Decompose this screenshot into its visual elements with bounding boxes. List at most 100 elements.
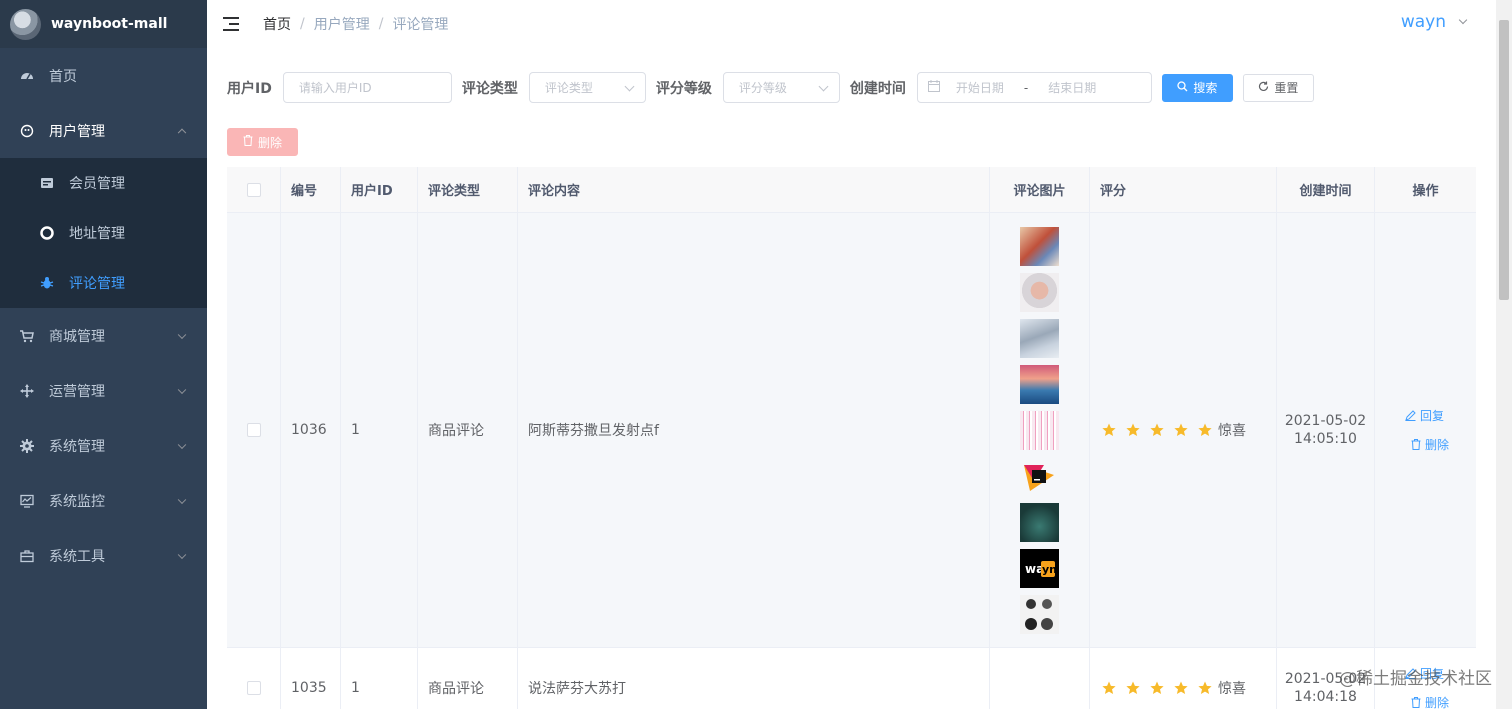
star-icon — [1198, 423, 1212, 436]
select-all-checkbox[interactable] — [246, 182, 261, 197]
chevron-down-icon — [177, 440, 187, 449]
rating-text: 惊喜 — [1218, 423, 1246, 439]
chevron-down-icon — [177, 330, 187, 339]
delete-button[interactable]: 删除 — [1411, 436, 1449, 453]
header-created: 创建时间 — [1277, 167, 1375, 212]
star-icon — [1174, 423, 1188, 436]
chevron-down-icon — [818, 81, 829, 92]
sidebar-item-comment[interactable]: 评论管理 — [0, 258, 207, 308]
user-id-input[interactable]: 请输入用户ID — [282, 72, 452, 103]
operation-icon — [20, 383, 34, 398]
table-row: 1036 1 商品评论 阿斯蒂芬撒旦发射点f wa yn 惊喜 2021-05-… — [227, 213, 1476, 648]
member-icon — [40, 176, 54, 190]
sidebar-item-label: 运营管理 — [49, 383, 105, 400]
row-checkbox[interactable] — [246, 423, 261, 437]
chevron-down-icon — [177, 495, 187, 504]
chevron-down-icon — [177, 385, 187, 394]
sidebar-item-tools[interactable]: 系统工具 — [0, 528, 207, 583]
sidebar-item-operation[interactable]: 运营管理 — [0, 363, 207, 418]
comment-image[interactable] — [1020, 594, 1059, 634]
page-scrollbar[interactable] — [1496, 0, 1512, 709]
star-icon — [1126, 681, 1140, 694]
user-menu[interactable]: wayn — [1400, 12, 1468, 32]
sidebar-item-system[interactable]: 系统管理 — [0, 418, 207, 473]
sidebar-item-label: 系统工具 — [49, 548, 105, 565]
sidebar: waynboot-mall 首页 用户管理 会员管理 地址管理 评论管理 商城管… — [0, 0, 207, 709]
row-checkbox[interactable] — [246, 680, 261, 695]
sidebar-item-monitor[interactable]: 系统监控 — [0, 473, 207, 528]
delete-button[interactable]: 删除 — [1411, 694, 1449, 709]
comment-image[interactable] — [1020, 502, 1059, 542]
toolbox-icon — [20, 549, 34, 563]
rating-select[interactable]: 评分等级 — [722, 72, 840, 103]
star-icon — [1150, 423, 1164, 436]
sidebar-brand[interactable]: waynboot-mall — [0, 0, 207, 48]
star-icon — [1198, 681, 1212, 694]
reply-button[interactable]: 回复 — [1405, 407, 1449, 424]
sidebar-item-home[interactable]: 首页 — [0, 48, 207, 103]
reset-button[interactable]: 重置 — [1242, 73, 1314, 102]
sidebar-item-label: 商城管理 — [49, 328, 105, 345]
comment-image[interactable] — [1020, 364, 1059, 404]
comment-image[interactable] — [1020, 226, 1059, 266]
comment-image[interactable]: wa yn — [1020, 548, 1059, 588]
header-type: 评论类型 — [418, 167, 518, 212]
star-icon — [1174, 681, 1188, 694]
cell-created: 2021-05-02 14:05:10 — [1277, 213, 1375, 647]
sidebar-item-label: 系统管理 — [49, 438, 105, 455]
header-user-id: 用户ID — [341, 167, 418, 212]
header-id: 编号 — [281, 167, 341, 212]
username: wayn — [1400, 12, 1446, 32]
sidebar-item-label: 评论管理 — [69, 276, 125, 292]
cell-images — [990, 648, 1090, 709]
breadcrumb-user-management[interactable]: 用户管理 — [314, 14, 370, 34]
comment-table: 编号 用户ID 评论类型 评论内容 评论图片 评分 创建时间 操作 1036 1… — [227, 167, 1476, 709]
header-images: 评论图片 — [990, 167, 1090, 212]
comment-image[interactable] — [1020, 318, 1059, 358]
cell-type: 商品评论 — [418, 648, 518, 709]
comment-image[interactable] — [1020, 272, 1059, 312]
table-header: 编号 用户ID 评论类型 评论内容 评论图片 评分 创建时间 操作 — [227, 167, 1476, 213]
hamburger-icon[interactable] — [223, 17, 241, 31]
search-icon — [1177, 80, 1188, 95]
cell-content: 说法萨芬大苏打 — [518, 648, 990, 709]
rating-text: 惊喜 — [1218, 680, 1246, 697]
breadcrumb-home[interactable]: 首页 — [263, 14, 291, 34]
edit-icon — [1405, 410, 1416, 421]
sidebar-item-label: 用户管理 — [49, 123, 105, 140]
comment-icon — [40, 276, 54, 290]
comment-image[interactable] — [1020, 410, 1059, 450]
comment-type-select[interactable]: 评论类型 — [528, 72, 646, 103]
search-button[interactable]: 搜索 — [1161, 73, 1233, 102]
header-content: 评论内容 — [518, 167, 990, 212]
sidebar-item-member[interactable]: 会员管理 — [0, 158, 207, 208]
calendar-icon — [927, 80, 940, 95]
star-icon — [1126, 423, 1140, 436]
submenu-user-management: 会员管理 地址管理 评论管理 — [0, 158, 207, 308]
cell-actions: 回复 删除 — [1375, 213, 1476, 647]
rating-label: 评分等级 — [655, 80, 712, 97]
created-time-label: 创建时间 — [849, 80, 906, 97]
comment-type-label: 评论类型 — [461, 80, 518, 97]
top-navbar: 首页 / 用户管理 / 评论管理 wayn — [207, 0, 1496, 48]
cell-rating: 惊喜 — [1090, 213, 1277, 647]
chevron-down-icon — [1458, 15, 1468, 25]
cell-user-id: 1 — [341, 213, 418, 647]
start-date-input[interactable]: 开始日期 — [956, 79, 1004, 96]
end-date-input[interactable]: 结束日期 — [1048, 79, 1096, 96]
chevron-down-icon — [624, 81, 635, 92]
cell-user-id: 1 — [341, 648, 418, 709]
cell-rating: 惊喜 — [1090, 648, 1277, 709]
cell-id: 1036 — [281, 213, 341, 647]
comment-image[interactable] — [1020, 457, 1059, 496]
scrollbar-thumb[interactable] — [1499, 20, 1509, 300]
batch-delete-button[interactable]: 删除 — [227, 128, 298, 156]
sidebar-item-user-management[interactable]: 用户管理 — [0, 103, 207, 158]
range-separator: - — [1023, 80, 1029, 95]
star-rating: 惊喜 — [1102, 678, 1246, 698]
sidebar-item-address[interactable]: 地址管理 — [0, 208, 207, 258]
date-range-picker[interactable]: 开始日期 - 结束日期 — [916, 72, 1152, 103]
sidebar-item-mall-management[interactable]: 商城管理 — [0, 308, 207, 363]
sidebar-item-label: 系统监控 — [49, 493, 105, 510]
user-icon — [20, 124, 34, 138]
